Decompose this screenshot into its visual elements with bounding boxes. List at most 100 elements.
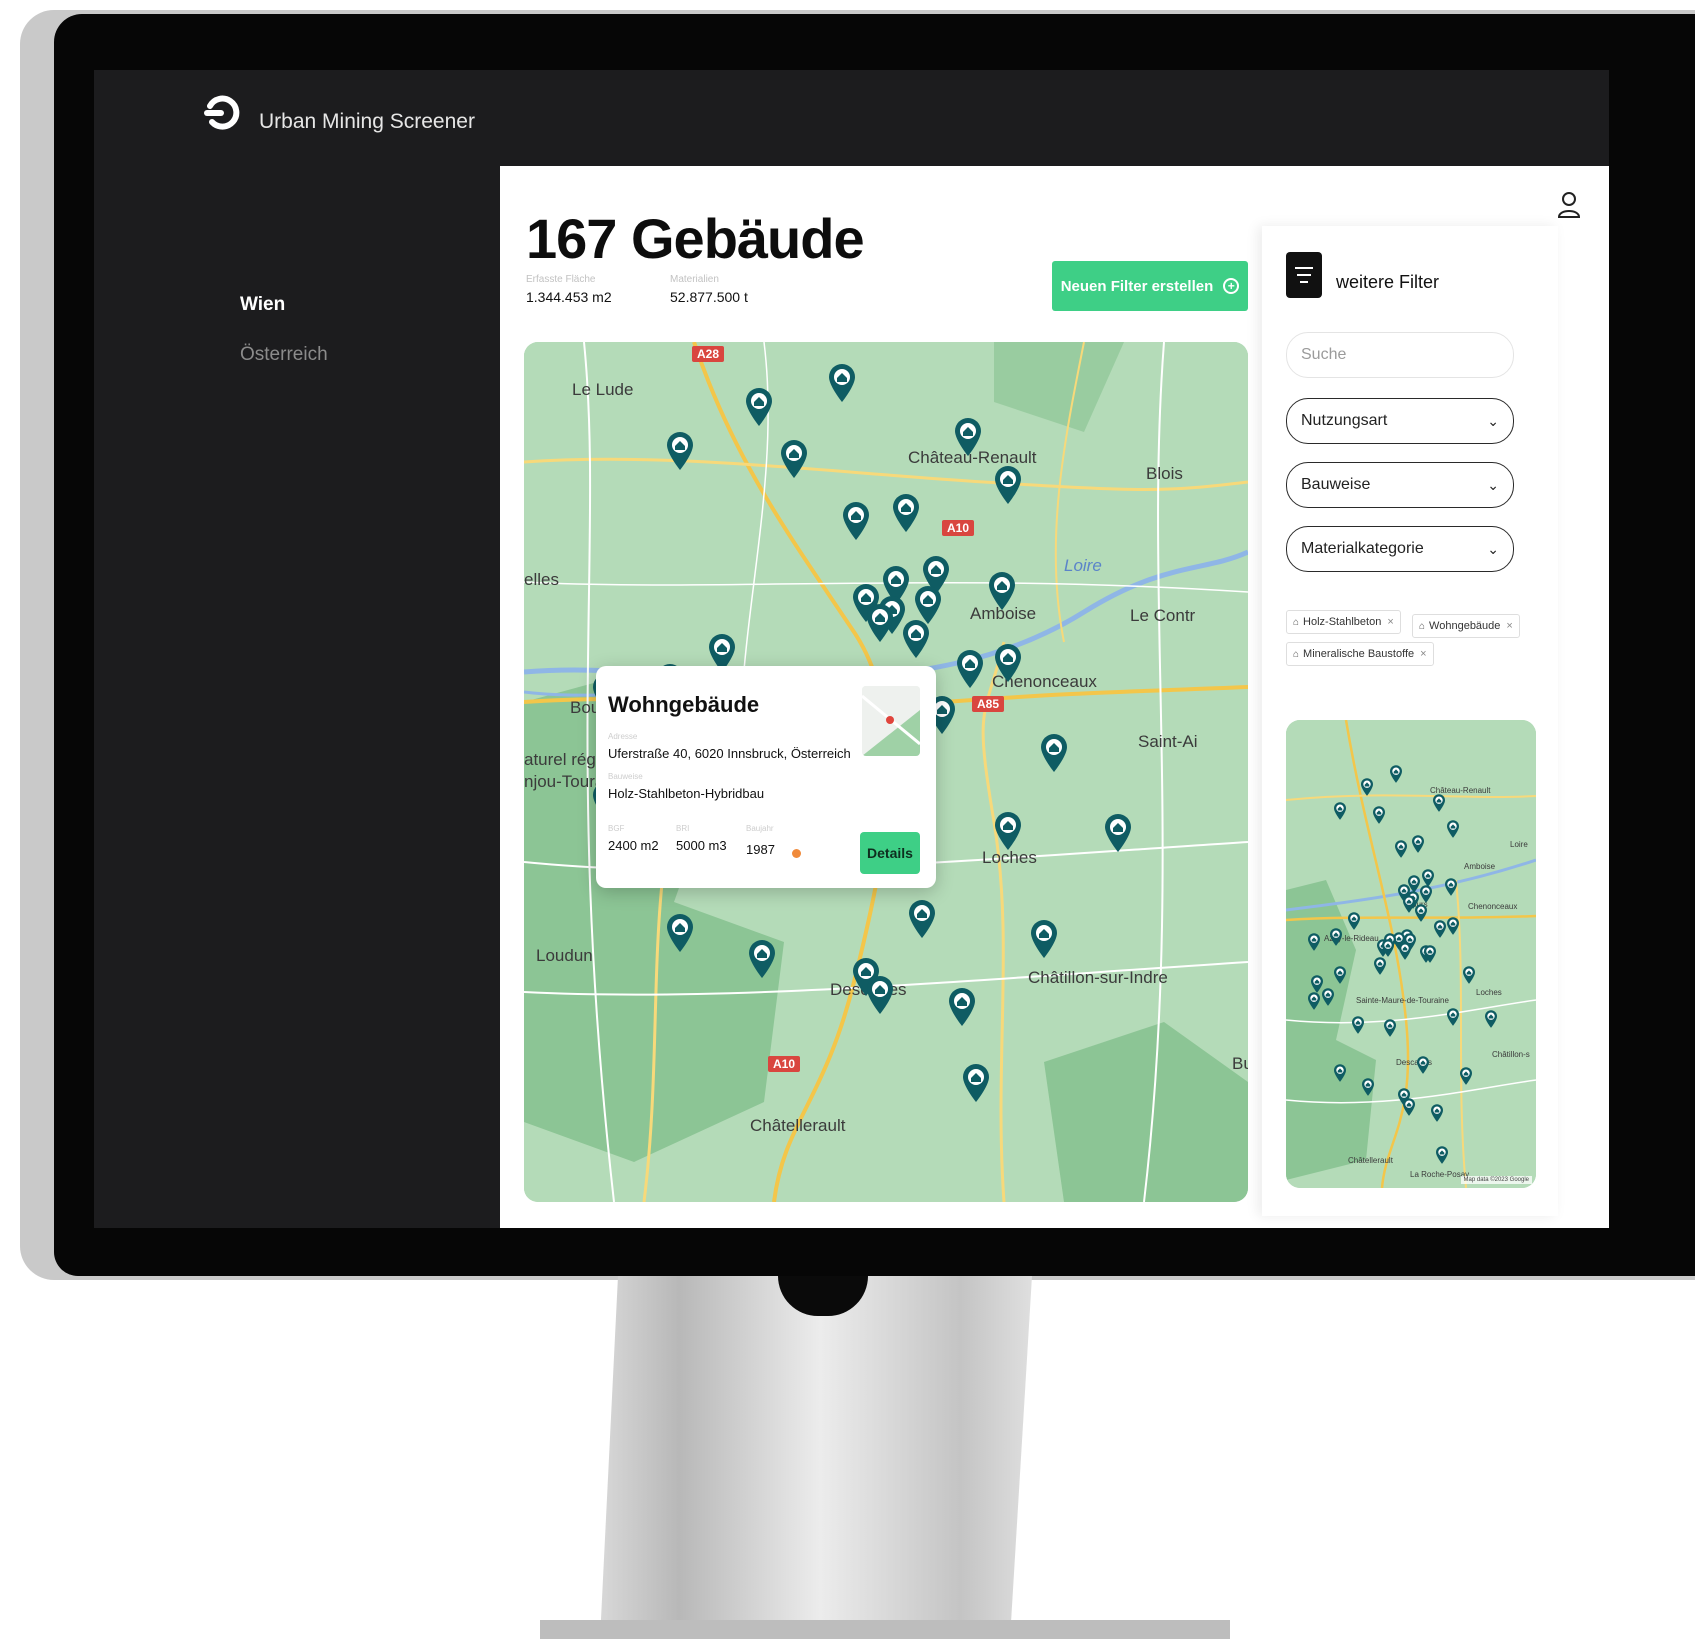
building-marker-icon[interactable] — [1105, 814, 1131, 852]
close-icon[interactable]: × — [1387, 616, 1393, 628]
building-marker-icon[interactable] — [995, 644, 1021, 682]
map-place-label: Châtillon-sur-Indre — [1028, 968, 1168, 987]
select-nutzungsart[interactable]: Nutzungsart ⌄ — [1286, 398, 1514, 444]
stat-area-label: Erfasste Fläche — [526, 274, 596, 285]
sidebar-item-oesterreich[interactable]: Österreich — [240, 344, 328, 366]
stat-materials-label: Materialien — [670, 274, 719, 285]
user-icon[interactable] — [1555, 190, 1583, 220]
select-bauweise[interactable]: Bauweise ⌄ — [1286, 462, 1514, 508]
mini-building-marker-icon[interactable] — [1334, 1064, 1346, 1082]
mini-building-marker-icon[interactable] — [1460, 1067, 1472, 1085]
building-marker-icon[interactable] — [746, 388, 772, 426]
search-input[interactable] — [1286, 332, 1514, 378]
mini-building-marker-icon[interactable] — [1330, 928, 1342, 946]
app-screen: Urban Mining Screener Wien Österreich 16… — [94, 70, 1609, 1228]
mini-building-marker-icon[interactable] — [1334, 966, 1346, 984]
mini-building-marker-icon[interactable] — [1445, 878, 1457, 896]
mini-building-marker-icon[interactable] — [1395, 840, 1407, 858]
map-attribution: Map data ©2023 Google — [1460, 1176, 1532, 1184]
building-marker-icon[interactable] — [867, 604, 893, 642]
stat-area: Erfasste Fläche 1.344.453 m2 — [526, 274, 612, 306]
filter-chip[interactable]: ⌂ Mineralische Baustoffe × — [1286, 642, 1434, 666]
mini-building-marker-icon[interactable] — [1424, 945, 1436, 963]
building-marker-icon[interactable] — [893, 494, 919, 532]
mini-building-marker-icon[interactable] — [1485, 1010, 1497, 1028]
mini-building-marker-icon[interactable] — [1322, 988, 1334, 1006]
select-materialkategorie[interactable]: Materialkategorie ⌄ — [1286, 526, 1514, 572]
mini-building-marker-icon[interactable] — [1412, 835, 1424, 853]
mini-building-marker-icon[interactable] — [1384, 1019, 1396, 1037]
building-marker-icon[interactable] — [963, 1064, 989, 1102]
building-marker-icon[interactable] — [781, 440, 807, 478]
tag-icon: ⌂ — [1419, 620, 1426, 632]
building-marker-icon[interactable] — [955, 418, 981, 456]
map-place-label: Saint-Ai — [1138, 732, 1198, 751]
mini-building-marker-icon[interactable] — [1308, 933, 1320, 951]
popup-volume: 5000 m3 — [676, 838, 727, 853]
road-number-tag: A28 — [692, 346, 725, 362]
mini-building-marker-icon[interactable] — [1334, 802, 1346, 820]
mini-building-marker-icon[interactable] — [1382, 939, 1394, 957]
building-marker-icon[interactable] — [1031, 920, 1057, 958]
close-icon[interactable]: × — [1420, 648, 1426, 660]
building-marker-icon[interactable] — [1041, 734, 1067, 772]
details-button[interactable]: Details — [860, 832, 920, 874]
logo-icon — [204, 95, 240, 130]
building-marker-icon[interactable] — [867, 976, 893, 1014]
building-marker-icon[interactable] — [667, 432, 693, 470]
main-panel: 167 Gebäude Erfasste Fläche 1.344.453 m2… — [500, 166, 1609, 1228]
mini-building-marker-icon[interactable] — [1390, 765, 1402, 783]
map-place-label: Loudun — [536, 946, 593, 965]
building-marker-icon[interactable] — [909, 900, 935, 938]
mini-building-marker-icon[interactable] — [1403, 1098, 1415, 1116]
select-bauweise-value: Bauweise — [1301, 476, 1371, 493]
mini-building-marker-icon[interactable] — [1374, 957, 1386, 975]
mini-building-marker-icon[interactable] — [1308, 992, 1320, 1010]
mini-building-marker-icon[interactable] — [1463, 966, 1475, 984]
select-nutzungsart-value: Nutzungsart — [1301, 412, 1388, 429]
mini-building-marker-icon[interactable] — [1433, 794, 1445, 812]
road-number-tag: A10 — [942, 520, 975, 536]
filter-chip[interactable]: ⌂ Wohngebäude × — [1412, 614, 1520, 638]
mini-building-marker-icon[interactable] — [1431, 1104, 1443, 1122]
mini-building-marker-icon[interactable] — [1447, 917, 1459, 935]
overview-map[interactable]: Château-Renault Loire Amboise Tours Chenonce… — [1286, 720, 1536, 1188]
mini-building-marker-icon[interactable] — [1361, 778, 1373, 796]
location-thumbnail-icon — [862, 686, 920, 756]
building-marker-icon[interactable] — [989, 572, 1015, 610]
mini-building-marker-icon[interactable] — [1403, 895, 1415, 913]
building-marker-icon[interactable] — [915, 586, 941, 624]
building-marker-icon[interactable] — [949, 988, 975, 1026]
mini-building-marker-icon[interactable] — [1415, 904, 1427, 922]
building-marker-icon[interactable] — [995, 812, 1021, 850]
mini-building-marker-icon[interactable] — [1436, 1146, 1448, 1164]
building-marker-icon[interactable] — [829, 364, 855, 402]
mini-building-marker-icon[interactable] — [1434, 920, 1446, 938]
building-map[interactable]: Le Lude Château-Renault Blois Loire Amboise L… — [524, 342, 1248, 1202]
stat-materials-value: 52.877.500 t — [670, 289, 748, 305]
mini-building-marker-icon[interactable] — [1447, 1008, 1459, 1026]
popup-address-label: Adresse — [608, 732, 638, 741]
mini-building-marker-icon[interactable] — [1352, 1016, 1364, 1034]
building-marker-icon[interactable] — [995, 466, 1021, 504]
mini-building-marker-icon[interactable] — [1417, 1056, 1429, 1074]
building-marker-icon[interactable] — [957, 650, 983, 688]
building-marker-icon[interactable] — [749, 940, 775, 978]
mini-building-marker-icon[interactable] — [1447, 820, 1459, 838]
chevron-down-icon: ⌄ — [1487, 540, 1499, 557]
map-place-label: elles — [524, 570, 559, 589]
filter-chip[interactable]: ⌂ Holz-Stahlbeton × — [1286, 610, 1401, 634]
mini-building-marker-icon[interactable] — [1420, 885, 1432, 903]
building-marker-icon[interactable] — [903, 620, 929, 658]
sidebar-item-wien[interactable]: Wien — [240, 294, 285, 316]
mini-building-marker-icon[interactable] — [1362, 1078, 1374, 1096]
building-marker-icon[interactable] — [843, 502, 869, 540]
mini-building-marker-icon[interactable] — [1348, 912, 1360, 930]
popup-area: 2400 m2 — [608, 838, 659, 853]
mini-building-marker-icon[interactable] — [1373, 806, 1385, 824]
monitor-stand-base — [540, 1620, 1230, 1639]
map-place-label: Blois — [1146, 464, 1183, 483]
close-icon[interactable]: × — [1506, 620, 1512, 632]
building-marker-icon[interactable] — [667, 914, 693, 952]
new-filter-button[interactable]: Neuen Filter erstellen + — [1052, 261, 1248, 311]
